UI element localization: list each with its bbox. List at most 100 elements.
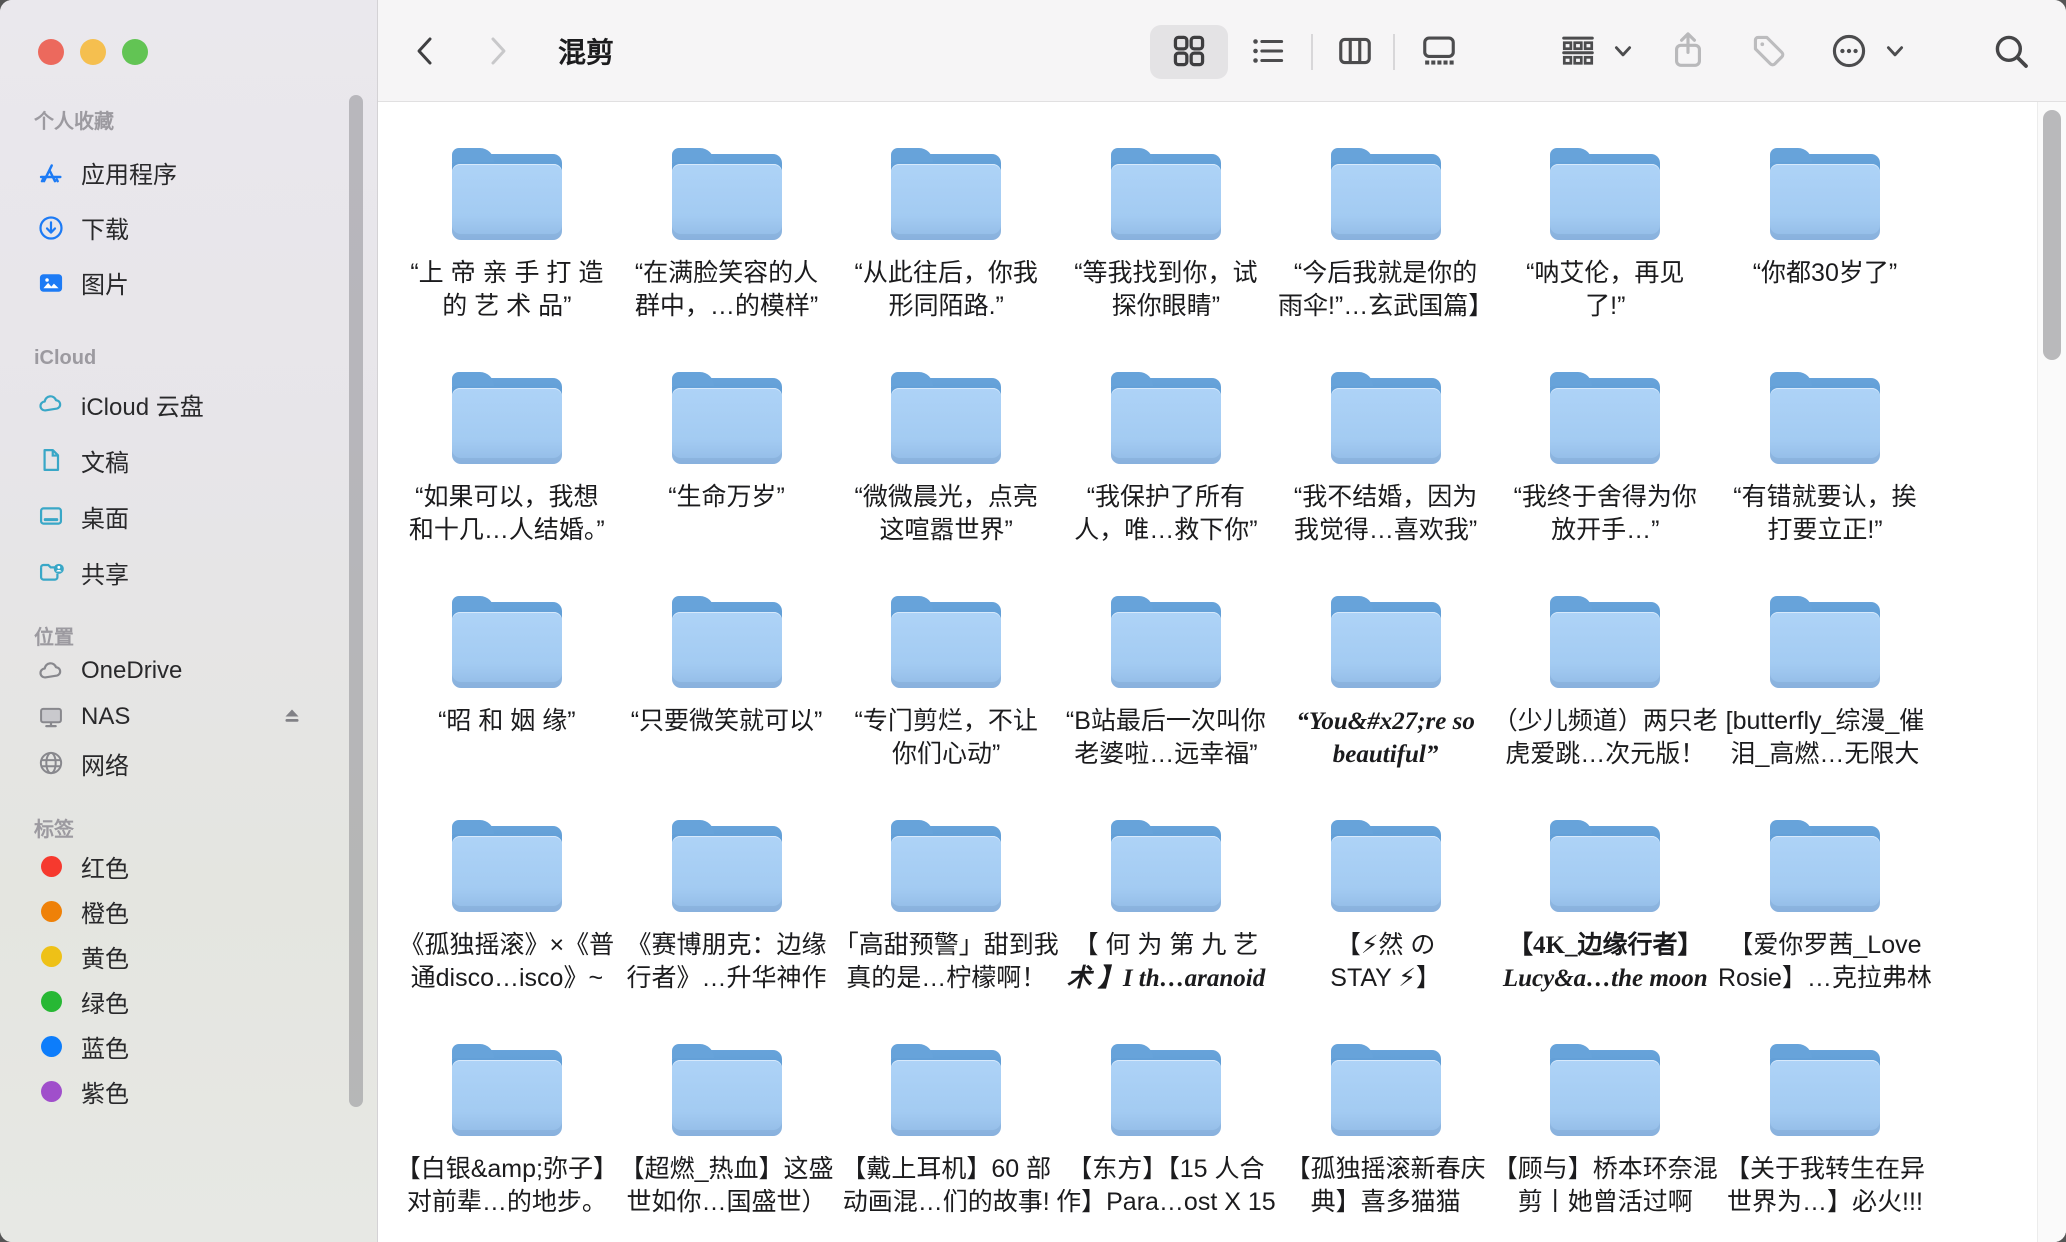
- folder-icon[interactable]: [891, 596, 1001, 688]
- folder-name[interactable]: “B站最后一次叫你老婆啦…远幸福”: [1050, 705, 1282, 771]
- folder-icon[interactable]: [1111, 148, 1221, 240]
- folder-icon[interactable]: [1770, 148, 1880, 240]
- folder-name[interactable]: “微微晨光，点亮这喧嚣世界”: [830, 481, 1062, 547]
- content-scrollbar-thumb[interactable]: [2043, 110, 2061, 360]
- folder-name[interactable]: 《孤独摇滚》×《普通disco…isco》~: [391, 929, 623, 995]
- folder-item[interactable]: “从此往后，你我形同陌路.”: [836, 148, 1056, 372]
- folder-item[interactable]: “我保护了所有人，唯…救下你”: [1056, 372, 1276, 596]
- folder-name[interactable]: “上 帝 亲 手 打 造的 艺 术 品”: [391, 257, 623, 323]
- folder-name[interactable]: “有错就要认，挨打要立正!”: [1709, 481, 1941, 547]
- folder-icon[interactable]: [1770, 1044, 1880, 1136]
- folder-name[interactable]: “如果可以，我想和十几…人结婚。”: [391, 481, 623, 547]
- sidebar-item-绿色[interactable]: 绿色: [0, 979, 378, 1024]
- folder-name[interactable]: “等我找到你，试探你眼睛”: [1050, 257, 1282, 323]
- more-button[interactable]: [1824, 0, 1874, 102]
- folder-icon[interactable]: [672, 372, 782, 464]
- folder-item[interactable]: 【⚡然 のSTAY ⚡】: [1276, 820, 1496, 1044]
- column-view-button[interactable]: [1327, 0, 1383, 102]
- search-button[interactable]: [1983, 0, 2039, 102]
- folder-item[interactable]: “呐艾伦，再见了!”: [1495, 148, 1715, 372]
- more-chevron[interactable]: [1878, 0, 1912, 102]
- folder-icon[interactable]: [1331, 372, 1441, 464]
- folder-icon[interactable]: [1770, 372, 1880, 464]
- folder-item[interactable]: “有错就要认，挨打要立正!”: [1715, 372, 1935, 596]
- sidebar-item-黄色[interactable]: 黄色: [0, 934, 378, 979]
- sidebar-item-共享[interactable]: 共享: [0, 544, 378, 600]
- folder-name[interactable]: 【4K_边缘行者】Lucy&a…the moon: [1489, 929, 1721, 995]
- list-view-button[interactable]: [1240, 0, 1296, 102]
- sidebar-item-下载[interactable]: 下载: [0, 200, 378, 255]
- folder-icon[interactable]: [1331, 1044, 1441, 1136]
- folder-name[interactable]: “我不结婚，因为我觉得…喜欢我”: [1270, 481, 1502, 547]
- folder-item[interactable]: “今后我就是你的雨伞!”…玄武国篇】: [1276, 148, 1496, 372]
- folder-icon[interactable]: [452, 148, 562, 240]
- folder-icon[interactable]: [1550, 372, 1660, 464]
- sidebar-item-图片[interactable]: 图片: [0, 255, 378, 310]
- folder-item[interactable]: “生命万岁”: [617, 372, 837, 596]
- content-scrollbar-track[interactable]: [2037, 102, 2066, 1242]
- folder-item[interactable]: “如果可以，我想和十几…人结婚。”: [397, 372, 617, 596]
- tags-button[interactable]: [1741, 0, 1797, 102]
- folder-icon[interactable]: [1550, 1044, 1660, 1136]
- folder-name[interactable]: 【孤独摇滚新春庆典】喜多猫猫: [1270, 1153, 1502, 1219]
- share-button[interactable]: [1660, 0, 1716, 102]
- folder-item[interactable]: “You&#x27;re sobeautiful”: [1276, 596, 1496, 820]
- folder-icon[interactable]: [452, 372, 562, 464]
- folder-icon[interactable]: [891, 820, 1001, 912]
- folder-item[interactable]: 【顾与】桥本环奈混剪丨她曾活过啊: [1495, 1044, 1715, 1242]
- folder-name[interactable]: “专门剪烂，不让你们心动”: [830, 705, 1062, 771]
- sidebar-item-桌面[interactable]: 桌面: [0, 488, 378, 544]
- sidebar-item-橙色[interactable]: 橙色: [0, 889, 378, 934]
- folder-item[interactable]: 《孤独摇滚》×《普通disco…isco》~: [397, 820, 617, 1044]
- folder-name[interactable]: “我保护了所有人，唯…救下你”: [1050, 481, 1282, 547]
- folder-item[interactable]: 【孤独摇滚新春庆典】喜多猫猫: [1276, 1044, 1496, 1242]
- folder-icon[interactable]: [452, 1044, 562, 1136]
- folder-name[interactable]: “昭 和 姻 缘”: [391, 705, 623, 738]
- folder-item[interactable]: “专门剪烂，不让你们心动”: [836, 596, 1056, 820]
- sidebar-item-蓝色[interactable]: 蓝色: [0, 1024, 378, 1069]
- sidebar-item-红色[interactable]: 红色: [0, 844, 378, 889]
- minimize-button[interactable]: [80, 39, 106, 65]
- folder-icon[interactable]: [672, 148, 782, 240]
- folder-item[interactable]: 【东方】【15 人合作】Para…ost X 15: [1056, 1044, 1276, 1242]
- folder-item[interactable]: 《赛博朋克：边缘行者》…升华神作: [617, 820, 837, 1044]
- zoom-button[interactable]: [122, 39, 148, 65]
- eject-icon[interactable]: [280, 705, 304, 729]
- folder-item[interactable]: “等我找到你，试探你眼睛”: [1056, 148, 1276, 372]
- folder-item[interactable]: “你都30岁了”: [1715, 148, 1935, 372]
- folder-name[interactable]: “我终于舍得为你放开手…”: [1489, 481, 1721, 547]
- sidebar-item-网络[interactable]: 网络: [0, 740, 378, 786]
- folder-icon[interactable]: [1550, 148, 1660, 240]
- folder-name[interactable]: 【⚡然 のSTAY ⚡】: [1270, 929, 1502, 995]
- folder-item[interactable]: “我终于舍得为你放开手…”: [1495, 372, 1715, 596]
- folder-icon[interactable]: [891, 372, 1001, 464]
- folder-name[interactable]: 【 何 为 第 九 艺术 】I th…aranoid: [1050, 929, 1282, 995]
- folder-item[interactable]: （少儿频道）两只老虎爱跳…次元版！: [1495, 596, 1715, 820]
- sidebar-item-应用程序[interactable]: 应用程序: [0, 145, 378, 200]
- folder-icon[interactable]: [452, 596, 562, 688]
- folder-name[interactable]: “You&#x27;re sobeautiful”: [1270, 705, 1502, 771]
- folder-name[interactable]: “今后我就是你的雨伞!”…玄武国篇】: [1270, 257, 1502, 323]
- group-by-button[interactable]: [1555, 0, 1601, 102]
- folder-name[interactable]: 【白银&amp;弥子】对前辈…的地步。: [391, 1153, 623, 1219]
- sidebar-item-OneDrive[interactable]: OneDrive: [0, 648, 378, 694]
- folder-item[interactable]: 【关于我转生在异世界为…】必火!!!: [1715, 1044, 1935, 1242]
- grid-view-button[interactable]: [1161, 0, 1217, 102]
- folder-icon[interactable]: [672, 820, 782, 912]
- folder-name[interactable]: “生命万岁”: [611, 481, 843, 514]
- folder-item[interactable]: “只要微笑就可以”: [617, 596, 837, 820]
- sidebar-scrollbar[interactable]: [349, 95, 363, 1107]
- folder-name[interactable]: 《赛博朋克：边缘行者》…升华神作: [611, 929, 843, 995]
- group-by-chevron[interactable]: [1606, 0, 1640, 102]
- folder-icon[interactable]: [891, 148, 1001, 240]
- gallery-view-button[interactable]: [1411, 0, 1467, 102]
- folder-item[interactable]: “我不结婚，因为我觉得…喜欢我”: [1276, 372, 1496, 596]
- folder-name[interactable]: 【戴上耳机】60 部动画混…们的故事!: [830, 1153, 1062, 1219]
- folder-name[interactable]: 【爱你罗茜_LoveRosie】…克拉弗林: [1709, 929, 1941, 995]
- folder-icon[interactable]: [452, 820, 562, 912]
- folder-name[interactable]: 【东方】【15 人合作】Para…ost X 15: [1050, 1153, 1282, 1219]
- folder-name[interactable]: 【超燃_热血】这盛世如你…国盛世）: [611, 1153, 843, 1219]
- folder-name[interactable]: “只要微笑就可以”: [611, 705, 843, 738]
- folder-item[interactable]: “B站最后一次叫你老婆啦…远幸福”: [1056, 596, 1276, 820]
- folder-item[interactable]: [butterfly_综漫_催泪_高燃…无限大: [1715, 596, 1935, 820]
